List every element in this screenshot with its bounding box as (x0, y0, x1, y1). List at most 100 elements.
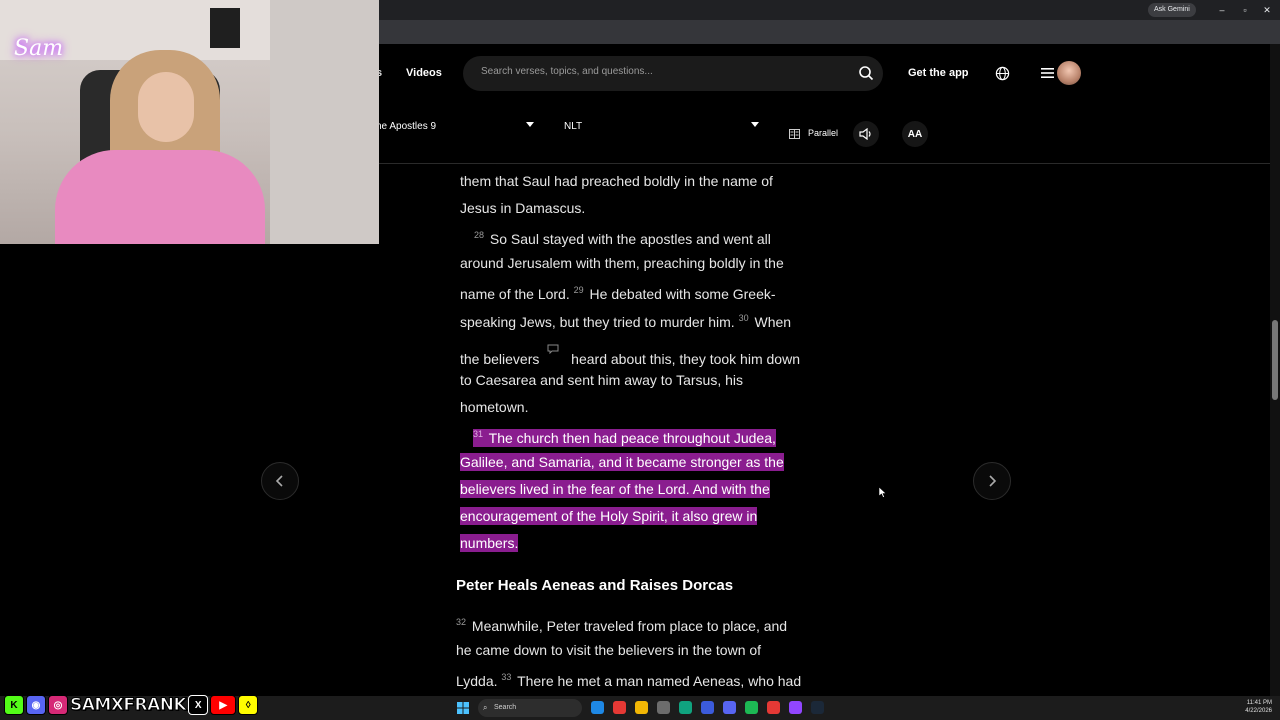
verse-31-highlight[interactable]: 31 The church then had peace throughout … (473, 425, 776, 447)
font-size-button[interactable]: AA (902, 121, 928, 147)
store-icon[interactable] (657, 701, 670, 714)
verse-text: When (754, 314, 792, 330)
windows-start-icon[interactable] (457, 701, 469, 714)
wall-poster (210, 8, 240, 48)
pink-hoodie (55, 150, 265, 244)
chevron-right-icon (989, 475, 997, 487)
audio-button[interactable] (853, 121, 879, 147)
verse-number: 30 (738, 313, 749, 323)
verse-text: encouragement of the Holy Spirit, it als… (460, 507, 758, 525)
page-scrollbar[interactable] (1270, 44, 1280, 696)
chrome-icon[interactable] (767, 701, 780, 714)
search-input[interactable] (481, 66, 841, 77)
verse-line: Jesus in Damascus. (460, 200, 586, 216)
verse-32[interactable]: 32 Meanwhile, Peter traveled from place … (456, 613, 787, 635)
verse-text: So Saul stayed with the apostles and wen… (489, 231, 771, 247)
highlight-line[interactable]: encouragement of the Holy Spirit, it als… (460, 507, 758, 525)
highlight-line[interactable]: numbers. (460, 534, 519, 552)
social-overlay: K ◉ ◎ SAMXFRANK X ▶ ◊ (4, 693, 259, 717)
file-explorer-icon[interactable] (635, 701, 648, 714)
verse-number: 29 (573, 285, 584, 295)
verse-text: believers lived in the fear of the Lord.… (460, 480, 770, 498)
close-window-button[interactable]: ✕ (1260, 3, 1274, 17)
verse-33-line[interactable]: Lydda. 33 There he met a man named Aenea… (456, 668, 801, 690)
audio-icon (859, 128, 871, 140)
book-chapter-select[interactable]: ne Apostles 9 (376, 121, 436, 135)
webcam-overlay: Sam (0, 0, 379, 244)
app-icon[interactable] (679, 701, 692, 714)
verse-number: 33 (501, 672, 512, 682)
instagram-icon: ◎ (48, 695, 68, 715)
chevron-left-icon (275, 475, 283, 487)
verse-text: name of the Lord. (460, 286, 570, 302)
verse-number: 31 (473, 429, 484, 439)
verse-number: 32 (456, 617, 467, 627)
verse-line: around Jerusalem with them, preaching bo… (460, 255, 784, 271)
verse-line: them that Saul had preached boldly in th… (460, 173, 773, 189)
youtube-icon: ▶ (210, 695, 237, 715)
search-bar (463, 56, 883, 91)
maximize-button[interactable]: ▫ (1238, 3, 1252, 17)
spotify-icon[interactable] (745, 701, 758, 714)
steam-icon[interactable] (811, 701, 824, 714)
streamer-logo: Sam (14, 36, 64, 61)
verse-text: He debated with some Greek- (589, 286, 776, 302)
x-icon: X (188, 695, 209, 715)
clock-time[interactable]: 11:41 PM (1232, 700, 1272, 706)
verse-text: speaking Jews, but they tried to murder … (460, 314, 735, 330)
verse-text: Lydda. (456, 673, 498, 689)
verse-text: The church then had peace throughout Jud… (488, 430, 776, 446)
font-size-label: AA (907, 128, 923, 140)
taskbar-search-label: Search (494, 704, 517, 711)
verse-text: There he met a man named Aeneas, who had (517, 673, 802, 689)
discord-icon: ◉ (26, 695, 46, 715)
verse-line: to Caesarea and sent him away to Tarsus,… (460, 372, 744, 388)
clock-date[interactable]: 4/22/2026 (1232, 708, 1272, 714)
snapchat-icon: ◊ (238, 695, 259, 715)
minimize-button[interactable]: – (1215, 3, 1229, 17)
highlight-line[interactable]: Galilee, and Samaria, and it became stro… (460, 453, 784, 471)
verse-text: numbers. (460, 534, 519, 552)
door (270, 0, 379, 244)
verse-number: 28 (474, 230, 485, 240)
menu-icon[interactable] (1041, 67, 1054, 79)
edge-icon[interactable] (591, 701, 604, 714)
chevron-down-icon[interactable] (526, 122, 534, 127)
avatar[interactable] (1057, 61, 1081, 85)
ask-gemini-button[interactable]: Ask Gemini (1148, 3, 1196, 17)
verse-line: he came down to visit the believers in t… (456, 642, 762, 658)
verse-28[interactable]: 28 So Saul stayed with the apostles and … (474, 226, 771, 248)
parallel-icon (789, 129, 800, 139)
kick-icon: K (4, 695, 24, 715)
next-chapter-button[interactable] (973, 462, 1011, 500)
taskbar-search[interactable]: ⌕ Search (478, 699, 582, 717)
get-app-link[interactable]: Get the app (908, 67, 969, 79)
verse-text: heard about this, they took him down (571, 351, 800, 367)
search-icon[interactable] (858, 65, 874, 81)
verse-text: Meanwhile, Peter traveled from place to … (471, 618, 788, 634)
discord-icon[interactable] (723, 701, 736, 714)
verse-text: Galilee, and Samaria, and it became stro… (460, 453, 784, 471)
highlight-line[interactable]: believers lived in the fear of the Lord.… (460, 480, 770, 498)
app-icon[interactable] (789, 701, 802, 714)
mouse-cursor-icon (879, 487, 887, 498)
version-select[interactable]: NLT (564, 121, 582, 135)
verse-line: hometown. (460, 399, 529, 415)
scrollbar-thumb[interactable] (1272, 320, 1278, 400)
verse-text: the believers (460, 351, 540, 367)
parallel-button[interactable]: Parallel (789, 128, 849, 142)
verse-29-line[interactable]: name of the Lord. 29 He debated with som… (460, 281, 776, 303)
note-icon[interactable] (547, 344, 559, 354)
previous-chapter-button[interactable] (261, 462, 299, 500)
social-handle: SAMXFRANK (69, 695, 187, 716)
nav-link-videos[interactable]: Videos (406, 67, 442, 79)
verse-line: the believers heard about this, they too… (460, 344, 800, 368)
section-heading: Peter Heals Aeneas and Raises Dorcas (456, 577, 734, 594)
chevron-down-icon[interactable] (751, 122, 759, 127)
parallel-label: Parallel (808, 128, 839, 138)
globe-icon[interactable] (995, 66, 1010, 81)
face (138, 72, 194, 142)
app-icon[interactable] (701, 701, 714, 714)
chrome-icon[interactable] (613, 701, 626, 714)
verse-30-line[interactable]: speaking Jews, but they tried to murder … (460, 309, 791, 331)
